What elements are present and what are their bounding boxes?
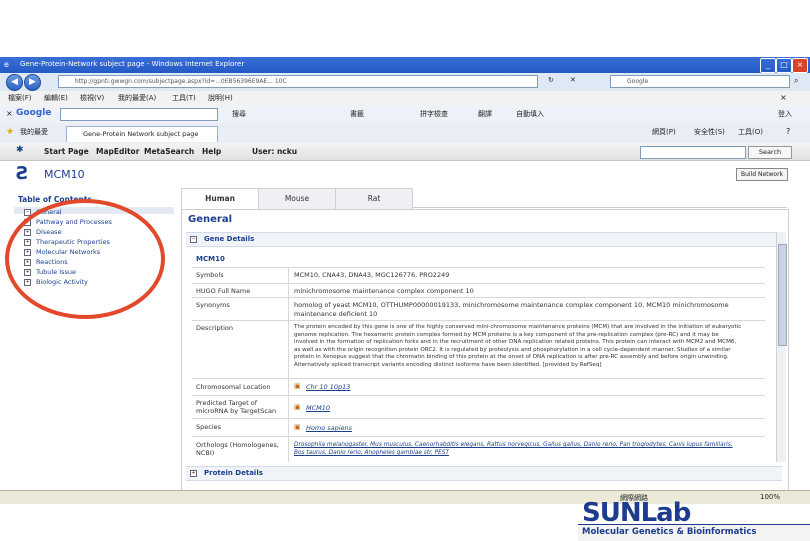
nav-start-page[interactable]: Start Page <box>44 147 89 156</box>
tab-human[interactable]: Human <box>181 188 259 209</box>
app-search-input[interactable] <box>640 146 746 159</box>
search-input[interactable]: Google <box>610 75 790 88</box>
divider <box>192 297 765 298</box>
divider <box>192 436 765 437</box>
window-titlebar: e Gene-Protein-Network subject page - Wi… <box>0 57 810 73</box>
divider <box>192 418 765 419</box>
label-symbols: Symbols <box>196 271 224 279</box>
nav-meta-search[interactable]: MetaSearch <box>144 147 194 156</box>
browser-tab-title: Gene-Protein Network subject page <box>83 130 199 138</box>
search-icon[interactable]: ⌕ <box>794 76 798 86</box>
page-title: MCM10 <box>44 168 85 181</box>
close-button[interactable]: × <box>792 58 808 73</box>
google-logo: Google <box>16 108 52 118</box>
page-menu[interactable]: 網頁(P) <box>652 127 676 137</box>
tab-mouse[interactable]: Mouse <box>258 188 336 210</box>
gene-details-header[interactable]: − Gene Details <box>186 232 782 247</box>
divider <box>192 395 765 396</box>
brand-icon: Ƨ <box>16 163 29 184</box>
divider <box>192 283 765 284</box>
sunlab-logo: SUNLab Molecular Genetics & Bioinformati… <box>578 498 810 541</box>
value-chromosome[interactable]: Chr 10 10p13 <box>306 383 506 392</box>
label-microrna: Predicted Target of microRNA by TargetSc… <box>196 399 277 415</box>
tab-rat[interactable]: Rat <box>335 188 413 210</box>
favorites-button[interactable]: 我的最愛 <box>20 127 48 137</box>
label-orthologs: Orthologs (Homologenes, NCBI) <box>196 441 279 457</box>
maximize-button[interactable]: □ <box>776 58 792 73</box>
ie-icon: e <box>4 60 9 69</box>
label-synonyms: Synonyms <box>196 301 230 309</box>
browser-tab[interactable]: Gene-Protein Network subject page <box>66 126 218 142</box>
divider <box>192 378 765 379</box>
value-description: The protein encoded by this gene is one … <box>294 324 742 368</box>
section-title: General <box>188 214 232 225</box>
menu-view[interactable]: 檢視(V) <box>80 93 104 103</box>
autofill-button[interactable]: 自動填入 <box>516 109 544 119</box>
menu-tools[interactable]: 工具(T) <box>172 93 196 103</box>
scrollbar-thumb[interactable] <box>778 244 787 346</box>
address-toolbar: ◀ ▶ http://gpnti.gwwgn.com/subjectpage.a… <box>0 73 810 91</box>
gene-details-title: Gene Details <box>204 235 255 243</box>
value-species[interactable]: Homo sapiens <box>306 424 506 433</box>
value-hugo: minichromosome maintenance complex compo… <box>294 287 474 295</box>
collapse-icon[interactable]: − <box>190 236 197 243</box>
help-icon[interactable]: ? <box>786 127 790 136</box>
menu-file[interactable]: 檔案(F) <box>8 93 32 103</box>
label-chromosome: Chromosomal Location <box>196 383 271 391</box>
forward-button[interactable]: ▶ <box>24 74 41 91</box>
google-toolbar: × Google 搜尋 書籤 拼字檢查 翻譯 自動填入 登入 <box>0 106 810 124</box>
divider <box>192 320 765 321</box>
main-panel: General − Gene Details MCM10 Symbols MCM… <box>181 209 789 497</box>
nav-user[interactable]: User: ncku <box>252 147 297 156</box>
bookmarks-button[interactable]: 書籤 <box>350 109 364 119</box>
protein-details-title: Protein Details <box>204 469 263 477</box>
scrollbar[interactable] <box>776 232 787 462</box>
value-orthologs[interactable]: Drosophila melanogaster, Mus musculus, C… <box>294 441 744 457</box>
annotation-circle <box>5 199 165 319</box>
gene-name: MCM10 <box>196 255 225 263</box>
microrna-icon: ▣ <box>294 403 301 411</box>
google-search-button[interactable]: 搜尋 <box>232 109 246 119</box>
refresh-icon[interactable]: ↻ <box>548 76 554 84</box>
app-search-button[interactable]: Search <box>748 146 792 159</box>
label-hugo: HUGO Full Name <box>196 287 251 295</box>
menu-help[interactable]: 說明(H) <box>208 93 233 103</box>
logo-tagline: Molecular Genetics & Bioinformatics <box>582 527 757 537</box>
protein-details-header[interactable]: + Protein Details <box>186 466 782 481</box>
stop-icon[interactable]: ✕ <box>570 76 576 84</box>
gene-header: Ƨ MCM10 <box>16 163 156 187</box>
tools-menu[interactable]: 工具(O) <box>738 127 763 137</box>
menu-favorites[interactable]: 我的最愛(A) <box>118 93 156 103</box>
close-toolbar-icon[interactable]: × <box>780 93 787 102</box>
window-title: Gene-Protein-Network subject page - Wind… <box>20 60 245 68</box>
species-icon: ▣ <box>294 423 301 431</box>
spellcheck-button[interactable]: 拼字檢查 <box>420 109 448 119</box>
app-navbar: ✱ Start Page MapEditor MetaSearch Help U… <box>0 143 810 161</box>
label-description: Description <box>196 324 234 332</box>
app-logo-icon: ✱ <box>16 145 24 155</box>
address-input[interactable]: http://gpnti.gwwgn.com/subjectpage.aspx?… <box>58 75 538 88</box>
menu-bar: 檔案(F) 編輯(E) 檢視(V) 我的最愛(A) 工具(T) 說明(H) × <box>0 91 810 107</box>
login-button[interactable]: 登入 <box>778 109 792 119</box>
back-button[interactable]: ◀ <box>6 74 23 91</box>
minimize-button[interactable]: _ <box>760 58 776 73</box>
value-microrna[interactable]: MCM10 <box>306 404 506 413</box>
safety-menu[interactable]: 安全性(S) <box>694 127 725 137</box>
close-icon[interactable]: × <box>6 109 13 118</box>
star-icon[interactable]: ★ <box>6 127 14 137</box>
nav-help[interactable]: Help <box>202 147 221 156</box>
favorites-bar: ★ 我的最愛 Gene-Protein Network subject page… <box>0 123 810 144</box>
chromosome-icon: ▣ <box>294 382 301 390</box>
google-search-input[interactable] <box>60 108 218 121</box>
build-network-button[interactable]: Build Network <box>736 168 788 181</box>
menu-edit[interactable]: 編輯(E) <box>44 93 68 103</box>
value-symbols: MCM10, CNA43, DNA43, MGC126776, PRO2249 <box>294 271 450 279</box>
translate-button[interactable]: 翻譯 <box>478 109 492 119</box>
divider <box>192 267 765 268</box>
nav-map-editor[interactable]: MapEditor <box>96 147 139 156</box>
expand-icon[interactable]: + <box>190 470 197 477</box>
logo-banner: Molecular Genetics & Bioinformatics <box>578 524 810 541</box>
label-species: Species <box>196 423 222 431</box>
value-synonyms: homolog of yeast MCM10, OTTHUMP000000191… <box>294 301 729 318</box>
